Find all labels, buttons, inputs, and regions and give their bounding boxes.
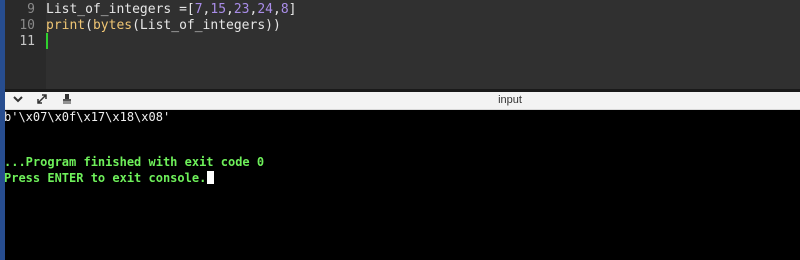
code-area[interactable]: List_of_integers =[7,15,23,24,8] print(b… <box>46 0 800 89</box>
code-token: 15 <box>210 2 227 17</box>
text-cursor <box>46 33 48 49</box>
clear-console-icon[interactable] <box>60 93 74 107</box>
line-number: 10 <box>19 18 35 33</box>
code-token: ] <box>288 2 297 17</box>
console-cursor <box>207 171 215 184</box>
code-token: , <box>273 2 281 17</box>
code-token: ( <box>85 18 93 33</box>
exit-prompt-text: Press ENTER to exit console. <box>4 171 207 185</box>
code-token: print <box>46 18 86 33</box>
code-token: [ <box>186 2 195 17</box>
console-panel-title: input <box>498 94 522 106</box>
console-output[interactable]: b'\x07\x0f\x17\x18\x08' ...Program finis… <box>4 110 800 260</box>
code-token: 24 <box>257 2 273 17</box>
console-panel-header: input <box>5 92 800 110</box>
code-line-current[interactable] <box>46 34 800 50</box>
code-token: = <box>179 2 187 17</box>
chevron-down-icon[interactable] <box>11 93 25 107</box>
code-line[interactable]: List_of_integers =[7,15,23,24,8] <box>46 2 800 18</box>
code-token: 23 <box>233 2 250 17</box>
exit-prompt-line: Press ENTER to exit console. <box>4 170 215 186</box>
code-token: 8 <box>280 2 289 17</box>
code-token: 7 <box>194 2 203 17</box>
program-output: b'\x07\x0f\x17\x18\x08' <box>4 110 171 124</box>
code-token: , <box>226 2 234 17</box>
line-number: 9 <box>27 2 35 17</box>
exit-status-message: ...Program finished with exit code 0 <box>4 155 265 169</box>
line-number-gutter: 9 10 11 <box>5 0 46 89</box>
code-editor[interactable]: 9 10 11 List_of_integers =[7,15,23,24,8]… <box>5 0 800 89</box>
code-token: (List_of_integers)) <box>132 18 281 33</box>
line-number-current: 11 <box>19 34 35 49</box>
online-ide-window: 9 10 11 List_of_integers =[7,15,23,24,8]… <box>0 0 800 260</box>
code-line[interactable]: print(bytes(List_of_integers)) <box>46 18 800 34</box>
code-token: bytes <box>92 18 133 33</box>
expand-icon[interactable] <box>35 93 49 107</box>
code-token: List_of_integers <box>46 2 180 17</box>
